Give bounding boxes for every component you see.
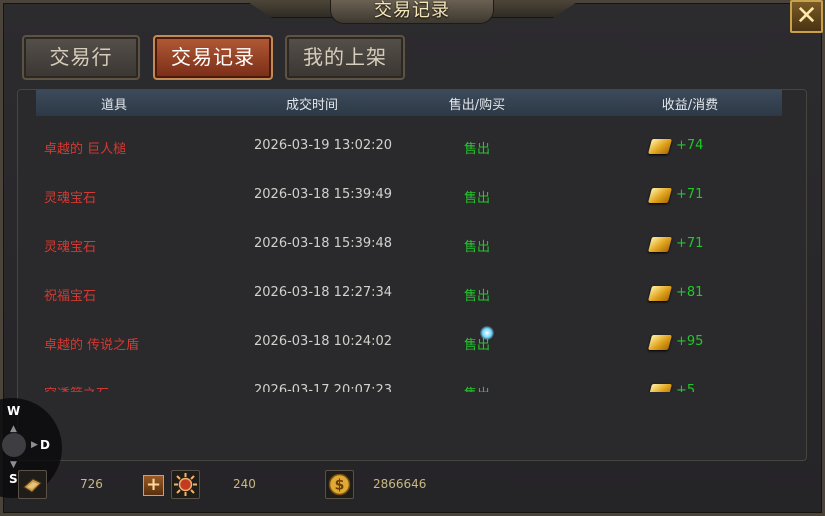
- trade-type: 售出: [464, 289, 491, 304]
- tab-label: 我的上架: [303, 45, 387, 69]
- trade-amount: +95: [676, 334, 704, 349]
- gold-ingot-icon: [647, 237, 673, 252]
- table-header: 道具 成交时间 售出/购买 收益/消费: [36, 90, 782, 116]
- item-name: 卓越的 传说之盾: [44, 338, 140, 353]
- trade-amount: +74: [676, 138, 704, 153]
- coin-slot[interactable]: $: [325, 470, 354, 499]
- sparkle-effect: [480, 326, 494, 340]
- item-name: 卓越的 巨人槌: [44, 142, 127, 157]
- column-header-time: 成交时间: [285, 98, 339, 113]
- trade-time: 2026-03-17 20:07:23: [254, 383, 393, 392]
- item-name: 灵魂宝石: [44, 191, 97, 206]
- arrow-right-icon: ▶: [31, 440, 38, 450]
- compass-center[interactable]: [2, 433, 26, 457]
- compass-d-label: D: [40, 438, 50, 452]
- table-row[interactable]: 穿透箭之石 2026-03-17 20:07:23 售出 +5: [18, 365, 806, 392]
- scroll-count: 726: [80, 477, 103, 491]
- column-header-type: 售出/购买: [448, 98, 506, 113]
- tab-trading-house[interactable]: 交易行: [22, 35, 140, 80]
- points-value: 240: [233, 477, 256, 491]
- trade-amount: +81: [676, 285, 704, 300]
- close-icon: ✕: [795, 1, 818, 31]
- gold-ingot-icon: [647, 188, 673, 203]
- gold-ingot-icon: [647, 384, 673, 392]
- sun-emblem-icon: [174, 473, 197, 496]
- window-title: 交易记录: [330, 0, 494, 24]
- table-row[interactable]: 灵魂宝石 2026-03-18 15:39:48 售出 +71: [18, 218, 806, 267]
- plus-icon[interactable]: +: [143, 475, 164, 496]
- trade-time: 2026-03-18 12:27:34: [254, 285, 393, 300]
- scroll-slot[interactable]: [18, 470, 47, 499]
- table-row[interactable]: 卓越的 巨人槌 2026-03-19 13:02:20 售出 +74: [18, 120, 806, 169]
- trade-time: 2026-03-18 15:39:48: [254, 236, 393, 251]
- table-row[interactable]: 卓越的 传说之盾 2026-03-18 10:24:02 售出 +95: [18, 316, 806, 365]
- tab-my-listings[interactable]: 我的上架: [285, 35, 405, 80]
- arrow-down-icon: ▼: [10, 460, 17, 470]
- compass-w-label: W: [7, 404, 21, 418]
- trade-amount: +71: [676, 187, 704, 202]
- table-row[interactable]: 灵魂宝石 2026-03-18 15:39:49 售出 +71: [18, 169, 806, 218]
- trade-time: 2026-03-19 13:02:20: [254, 138, 393, 153]
- svg-text:$: $: [335, 478, 345, 494]
- table-row[interactable]: 祝福宝石 2026-03-18 12:27:34 售出 +81: [18, 267, 806, 316]
- emblem-slot[interactable]: [171, 470, 200, 499]
- compass-s-label: S: [9, 472, 18, 486]
- trade-amount: +71: [676, 236, 704, 251]
- trade-type: 售出: [464, 383, 490, 392]
- tab-label: 交易行: [49, 45, 113, 69]
- gold-ingot-icon: [647, 335, 673, 350]
- trade-type: 售出: [464, 240, 491, 255]
- item-name: 穿透箭之石: [44, 383, 109, 392]
- money-value: 2866646: [373, 477, 427, 491]
- close-button[interactable]: ✕: [790, 0, 823, 33]
- gold-ingot-icon: [647, 286, 673, 301]
- gold-ingot-icon: [647, 139, 673, 154]
- trade-time: 2026-03-18 15:39:49: [254, 187, 393, 202]
- item-name: 灵魂宝石: [44, 240, 97, 255]
- records-table-body[interactable]: 卓越的 巨人槌 2026-03-19 13:02:20 售出 +74 灵魂宝石 …: [18, 118, 806, 392]
- scroll-icon: [23, 478, 42, 493]
- column-header-item: 道具: [100, 98, 128, 113]
- trade-time: 2026-03-18 10:24:02: [254, 334, 393, 349]
- item-name: 祝福宝石: [44, 289, 97, 304]
- trade-type: 售出: [464, 142, 491, 157]
- trade-type: 售出: [464, 191, 491, 206]
- column-header-amount: 收益/消费: [661, 98, 719, 113]
- tab-label: 交易记录: [171, 45, 255, 69]
- arrow-up-icon: ▲: [10, 424, 17, 434]
- tab-trade-records[interactable]: 交易记录: [153, 35, 273, 80]
- dollar-coin-icon: $: [328, 473, 351, 496]
- trade-amount: +5: [676, 383, 696, 392]
